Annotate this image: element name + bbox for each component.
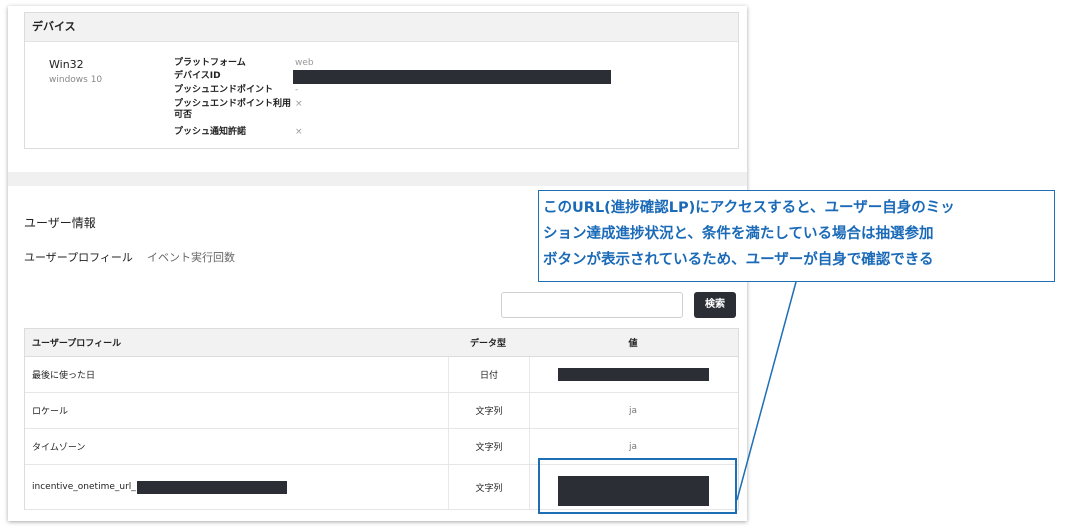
callout-line-3: ボタンが表示されているため、ユーザーが自身で確認できる [543, 252, 934, 268]
callout-line-2: ション達成進捗状況と、条件を満たしている場合は抽選参加 [543, 226, 934, 242]
annotation-callout: このURL(進捗確認LP)にアクセスすると、ユーザー自身のミッ ション達成進捗状… [538, 190, 1055, 282]
url-value-highlight [538, 458, 737, 514]
callout-line-1: このURL(進捗確認LP)にアクセスすると、ユーザー自身のミッ [543, 200, 955, 216]
